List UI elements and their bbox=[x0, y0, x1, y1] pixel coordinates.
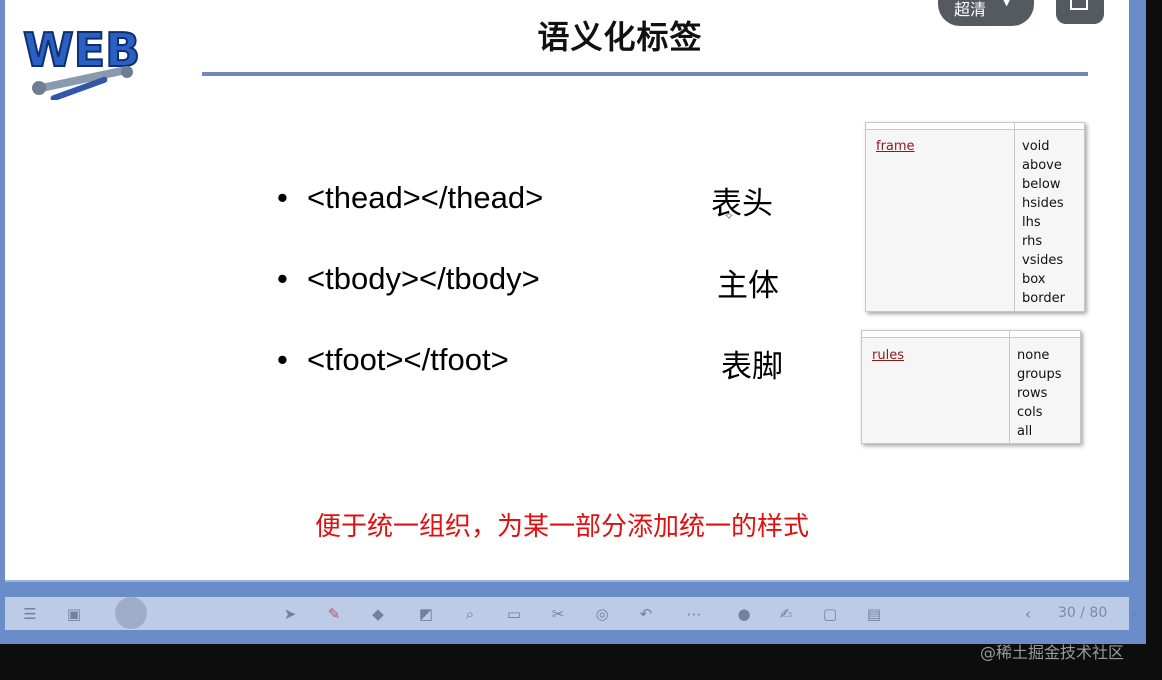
attr-name-frame: frame bbox=[876, 139, 915, 154]
bullet-dot-icon: • bbox=[277, 180, 288, 215]
prev-icon[interactable]: ‹ bbox=[1019, 605, 1037, 623]
board-icon[interactable]: ▭ bbox=[505, 605, 523, 623]
value-item: box bbox=[1022, 272, 1046, 287]
frame-values: void above below hsides lhs rhs vsides b… bbox=[1022, 137, 1065, 308]
rules-attr-table: rules none groups rows cols all bbox=[861, 330, 1081, 444]
player-toolbar: ☰ ▣ ➤ ✎ ◆ ◩ ⌕ ▭ ✂ ◎ ↶ ⋯ ● ✍ ▢ ▤ ‹ 30 / 8… bbox=[5, 597, 1137, 630]
pen-icon[interactable]: ✎ bbox=[325, 605, 343, 623]
more-icon[interactable]: ⋯ bbox=[685, 605, 703, 623]
bullet-tbody: • <tbody></tbody> bbox=[277, 261, 540, 297]
undo-icon[interactable]: ↶ bbox=[637, 605, 655, 623]
next-icon[interactable]: › bbox=[1125, 605, 1143, 623]
bullet-tag: <thead></thead> bbox=[307, 180, 544, 215]
bullet-dot-icon: • bbox=[277, 342, 288, 377]
fullscreen-icon bbox=[1070, 0, 1088, 10]
avatar[interactable] bbox=[115, 597, 147, 629]
rules-values: none groups rows cols all bbox=[1017, 346, 1062, 441]
value-item: vsides bbox=[1022, 253, 1064, 268]
value-item: rhs bbox=[1022, 234, 1043, 249]
value-item: cols bbox=[1017, 405, 1043, 420]
value-item: above bbox=[1022, 158, 1062, 173]
quality-label: 超清 bbox=[954, 0, 987, 19]
value-item: none bbox=[1017, 348, 1050, 363]
value-item: border bbox=[1022, 291, 1065, 306]
quality-dropdown[interactable]: 超清 ▼ bbox=[938, 0, 1034, 26]
sparkle-icon: ✧ bbox=[724, 209, 735, 223]
eraser-icon[interactable]: ◆ bbox=[369, 605, 387, 623]
label-tbody: 主体 bbox=[717, 268, 779, 304]
label-thead: 表头 bbox=[711, 186, 773, 222]
attr-name-rules: rules bbox=[872, 348, 904, 363]
mic-icon[interactable]: ● bbox=[735, 605, 753, 623]
value-item: all bbox=[1017, 424, 1033, 439]
bullet-tfoot: • <tfoot></tfoot> bbox=[277, 342, 509, 378]
pointer-icon[interactable]: ➤ bbox=[281, 605, 299, 623]
value-item: hsides bbox=[1022, 196, 1064, 211]
value-item: groups bbox=[1017, 367, 1062, 382]
bullet-tag: <tbody></tbody> bbox=[307, 261, 540, 296]
bullet-tag: <tfoot></tfoot> bbox=[307, 342, 509, 377]
fullscreen-button[interactable] bbox=[1056, 0, 1104, 24]
watermark: @稀土掘金技术社区 bbox=[980, 643, 1125, 662]
stack-icon[interactable]: ▤ bbox=[865, 605, 883, 623]
frame-attr-table: frame void above below hsides lhs rhs vs… bbox=[865, 122, 1085, 312]
note-text: 便于统一组织，为某一部分添加统一的样式 bbox=[314, 512, 809, 542]
bullet-thead: • <thead></thead> bbox=[277, 180, 543, 216]
search-icon[interactable]: ⌕ bbox=[461, 605, 479, 623]
value-item: void bbox=[1022, 139, 1050, 154]
value-item: lhs bbox=[1022, 215, 1041, 230]
bullet-dot-icon: • bbox=[277, 261, 288, 296]
note-icon[interactable]: ✍ bbox=[777, 605, 795, 623]
value-item: below bbox=[1022, 177, 1061, 192]
menu-icon[interactable]: ☰ bbox=[21, 605, 39, 623]
title-divider bbox=[202, 72, 1088, 76]
value-item: rows bbox=[1017, 386, 1048, 401]
page-counter: 30 / 80 bbox=[1058, 605, 1108, 621]
target-icon[interactable]: ◎ bbox=[593, 605, 611, 623]
chevron-down-icon: ▼ bbox=[1002, 0, 1012, 8]
slides-icon[interactable]: ▣ bbox=[65, 605, 83, 623]
screen-icon[interactable]: ▢ bbox=[821, 605, 839, 623]
shape-icon[interactable]: ◩ bbox=[417, 605, 435, 623]
cut-icon[interactable]: ✂ bbox=[549, 605, 567, 623]
slide: WEB 语义化标签 • <thead></thead> • <tbody></tbo… bbox=[5, 0, 1129, 582]
label-tfoot: 表脚 bbox=[721, 349, 783, 385]
slide-divider bbox=[5, 580, 1129, 582]
